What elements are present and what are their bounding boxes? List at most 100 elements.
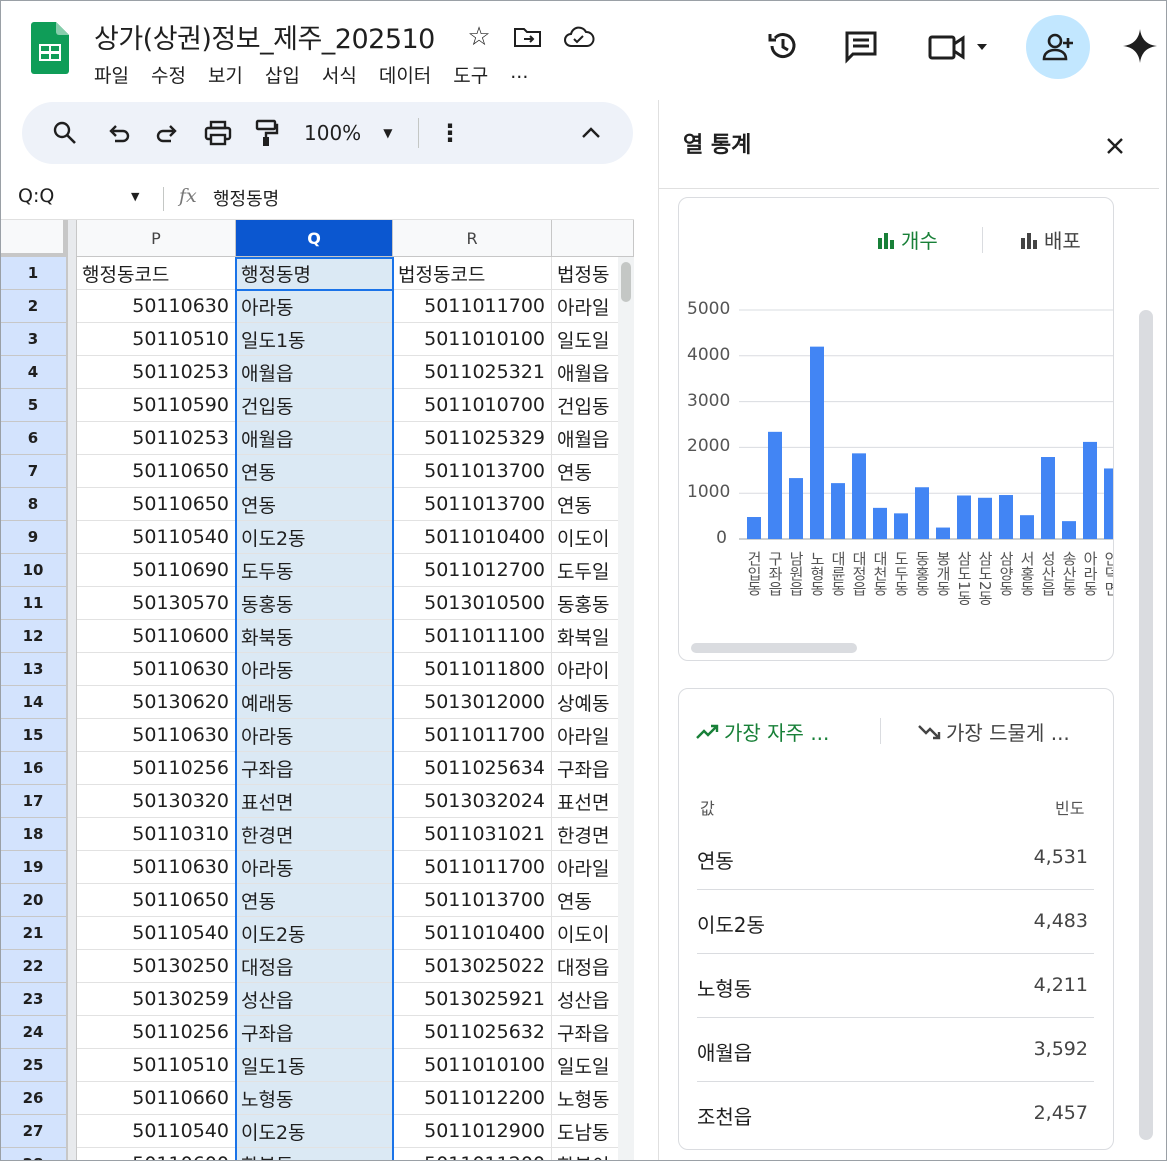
row-header[interactable]: 23	[0, 983, 67, 1016]
cell-q[interactable]: 아라동	[236, 653, 393, 686]
row-header[interactable]: 9	[0, 521, 67, 554]
cell-r[interactable]: 5013025921	[393, 983, 552, 1016]
cell-s[interactable]: 구좌읍	[552, 1016, 622, 1049]
row-header[interactable]: 11	[0, 587, 67, 620]
cell-q[interactable]: 성산읍	[236, 983, 393, 1016]
collapse-toolbar-icon[interactable]	[576, 102, 606, 164]
row-header[interactable]: 16	[0, 752, 67, 785]
cell-p[interactable]: 50110253	[77, 422, 236, 455]
chart-bar[interactable]	[747, 517, 761, 539]
chart-bar[interactable]	[873, 507, 887, 539]
cell-r[interactable]: 5011031021	[393, 818, 552, 851]
cell-r[interactable]: 5011011700	[393, 290, 552, 323]
row-header[interactable]: 25	[0, 1049, 67, 1082]
row-header[interactable]: 5	[0, 389, 67, 422]
cell-r[interactable]: 5011010400	[393, 521, 552, 554]
menu-tools[interactable]: 도구	[453, 61, 488, 88]
chart-bar[interactable]	[810, 346, 824, 539]
chart-bar[interactable]	[1020, 515, 1034, 539]
cell-r[interactable]: 5013012000	[393, 686, 552, 719]
cell-p[interactable]: 50110253	[77, 356, 236, 389]
chart-bar[interactable]	[1083, 441, 1097, 539]
cell-p[interactable]: 50110256	[77, 752, 236, 785]
print-icon[interactable]	[202, 102, 234, 164]
row-header[interactable]: 22	[0, 950, 67, 983]
cell-s[interactable]: 아라일	[552, 719, 622, 752]
comments-icon[interactable]	[843, 28, 879, 68]
tab-distribution[interactable]: 배포	[1019, 225, 1081, 254]
document-title[interactable]: 상가(상권)정보_제주_202510	[94, 17, 435, 56]
cell-s[interactable]: 이도이	[552, 917, 622, 950]
cell-p[interactable]: 50130320	[77, 785, 236, 818]
cell-s[interactable]: 동홍동	[552, 587, 622, 620]
menu-insert[interactable]: 삽입	[265, 61, 300, 88]
row-header[interactable]: 4	[0, 356, 67, 389]
cell-r[interactable]: 5011010700	[393, 389, 552, 422]
chart-bar[interactable]	[789, 478, 803, 539]
chart-bar[interactable]	[1104, 468, 1114, 539]
cell-r[interactable]: 5011025632	[393, 1016, 552, 1049]
cell-r[interactable]: 5011012900	[393, 1115, 552, 1148]
cell-p[interactable]: 50110630	[77, 719, 236, 752]
cell-r[interactable]: 5011011700	[393, 851, 552, 884]
row-header[interactable]: 19	[0, 851, 67, 884]
cell-p[interactable]: 50110650	[77, 488, 236, 521]
cell-r[interactable]: 5013025022	[393, 950, 552, 983]
column-header-q[interactable]: Q	[236, 220, 393, 257]
share-button[interactable]	[1026, 15, 1090, 79]
menu-format[interactable]: 서식	[322, 61, 357, 88]
row-header[interactable]: 24	[0, 1016, 67, 1049]
cell-s[interactable]: 이도이	[552, 521, 622, 554]
select-all-corner[interactable]	[0, 220, 67, 257]
cell-q[interactable]: 연동	[236, 488, 393, 521]
cell-p[interactable]: 50110310	[77, 818, 236, 851]
cell-r[interactable]: 5011011200	[393, 1148, 552, 1161]
cell-q[interactable]: 대정읍	[236, 950, 393, 983]
tab-least-frequent[interactable]: 가장 드물게 ...	[918, 717, 1070, 746]
cell-s[interactable]: 화북이	[552, 1148, 622, 1161]
cell-q[interactable]: 연동	[236, 455, 393, 488]
panel-scrollbar[interactable]	[1139, 310, 1153, 1140]
cell-r[interactable]: 5011010100	[393, 1049, 552, 1082]
cell-q[interactable]: 건입동	[236, 389, 393, 422]
cell-q[interactable]: 애월읍	[236, 356, 393, 389]
row-header[interactable]: 10	[0, 554, 67, 587]
cell-p[interactable]: 50130620	[77, 686, 236, 719]
row-header[interactable]: 17	[0, 785, 67, 818]
cell-r[interactable]: 5011011100	[393, 620, 552, 653]
chart-bar[interactable]	[1062, 521, 1076, 539]
cell-r[interactable]: 5011025634	[393, 752, 552, 785]
cell-s[interactable]: 도두일	[552, 554, 622, 587]
cell-q[interactable]: 이도2동	[236, 521, 393, 554]
cell-p[interactable]: 50130570	[77, 587, 236, 620]
cell-r[interactable]: 5011012700	[393, 554, 552, 587]
cell-q[interactable]: 일도1동	[236, 1049, 393, 1082]
row-header[interactable]: 13	[0, 653, 67, 686]
cell-q[interactable]: 이도2동	[236, 1115, 393, 1148]
row-header[interactable]: 12	[0, 620, 67, 653]
row-header[interactable]: 18	[0, 818, 67, 851]
paint-format-icon[interactable]	[252, 102, 282, 164]
cell-q[interactable]: 예래동	[236, 686, 393, 719]
version-history-icon[interactable]	[765, 28, 801, 68]
cell-p[interactable]: 50110630	[77, 290, 236, 323]
cell-s[interactable]: 구좌읍	[552, 752, 622, 785]
cell-q[interactable]: 한경면	[236, 818, 393, 851]
menu-view[interactable]: 보기	[208, 61, 243, 88]
chart-bar[interactable]	[936, 527, 950, 539]
menu-more[interactable]: ...	[510, 61, 528, 88]
cell-s[interactable]: 표선면	[552, 785, 622, 818]
row-header[interactable]: 20	[0, 884, 67, 917]
cell-r[interactable]: 5011013700	[393, 455, 552, 488]
row-header[interactable]: 6	[0, 422, 67, 455]
star-icon[interactable]: ☆	[465, 22, 493, 52]
cell-s[interactable]: 화북일	[552, 620, 622, 653]
cell-q[interactable]: 화북동	[236, 620, 393, 653]
cell-p[interactable]: 50110690	[77, 554, 236, 587]
cell-r[interactable]: 5011011800	[393, 653, 552, 686]
cloud-saved-icon[interactable]	[563, 25, 595, 53]
cell-q[interactable]: 노형동	[236, 1082, 393, 1115]
cell-p[interactable]: 50110600	[77, 620, 236, 653]
cell-s[interactable]: 성산읍	[552, 983, 622, 1016]
row-header[interactable]: 14	[0, 686, 67, 719]
